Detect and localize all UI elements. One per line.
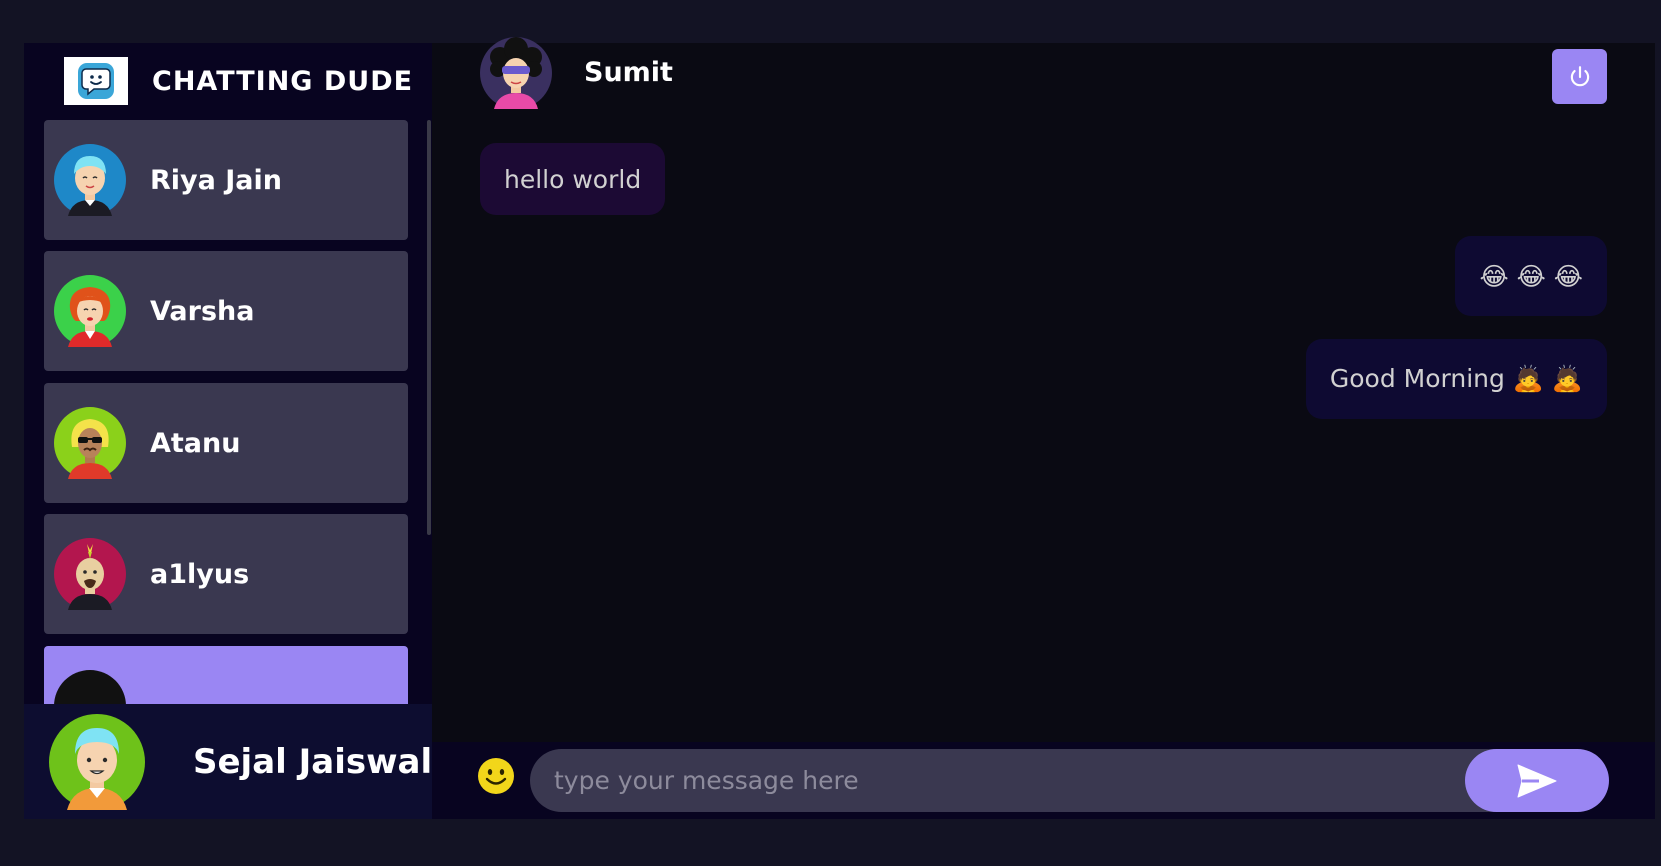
power-icon bbox=[1570, 65, 1589, 86]
send-button[interactable] bbox=[1465, 749, 1609, 812]
contact-name: Varsha bbox=[150, 295, 255, 327]
chat-header: Sumit bbox=[432, 37, 1655, 113]
contact-name: Riya Jain bbox=[150, 164, 283, 196]
contact-item-atanu[interactable]: Atanu bbox=[44, 383, 408, 503]
message-text: hello world bbox=[504, 164, 642, 194]
brand: CHATTING DUDE bbox=[64, 57, 413, 105]
avatar-icon bbox=[54, 538, 126, 610]
contact-name: a1lyus bbox=[150, 558, 250, 590]
sidebar: CHATTING DUDE Riya Jain Varsha Atanu a1l… bbox=[24, 43, 432, 819]
smiley-icon[interactable] bbox=[477, 757, 515, 795]
message-input-bar bbox=[432, 742, 1655, 819]
message-text: 😂 😂 😂 bbox=[1479, 261, 1583, 291]
contact-item-a1lyus[interactable]: a1lyus bbox=[44, 514, 408, 634]
avatar-icon bbox=[54, 144, 126, 216]
message-sent: Good Morning 🙇 🙇 bbox=[1305, 339, 1607, 419]
chat-panel: Sumit hello world 😂 😂 😂 Good Morning 🙇 🙇 bbox=[432, 37, 1655, 819]
avatar-icon bbox=[54, 275, 126, 347]
chat-app: CHATTING DUDE Riya Jain Varsha Atanu a1l… bbox=[24, 37, 1655, 819]
avatar-icon bbox=[480, 37, 552, 109]
contact-name: Atanu bbox=[150, 427, 241, 459]
avatar-icon bbox=[49, 713, 145, 810]
chat-bubble-face-icon bbox=[64, 57, 128, 105]
current-user-name: Sejal Jaiswal bbox=[193, 741, 432, 782]
contact-list-scrollbar[interactable] bbox=[427, 120, 431, 535]
message-input[interactable] bbox=[530, 749, 1600, 812]
send-arrow-icon bbox=[1517, 764, 1557, 797]
message-text: Good Morning 🙇 🙇 bbox=[1329, 364, 1583, 393]
app-title: CHATTING DUDE bbox=[152, 65, 414, 97]
avatar-icon bbox=[54, 407, 126, 479]
message-received: hello world bbox=[480, 143, 666, 215]
contact-item-riya-jain[interactable]: Riya Jain bbox=[44, 120, 408, 240]
contact-item-varsha[interactable]: Varsha bbox=[44, 251, 408, 371]
contact-list: Riya Jain Varsha Atanu a1lyus bbox=[44, 120, 409, 746]
current-user: Sejal Jaiswal bbox=[24, 704, 432, 819]
chat-contact-name: Sumit bbox=[584, 57, 673, 88]
logout-button[interactable] bbox=[1552, 49, 1607, 104]
message-sent: 😂 😂 😂 bbox=[1455, 236, 1607, 316]
